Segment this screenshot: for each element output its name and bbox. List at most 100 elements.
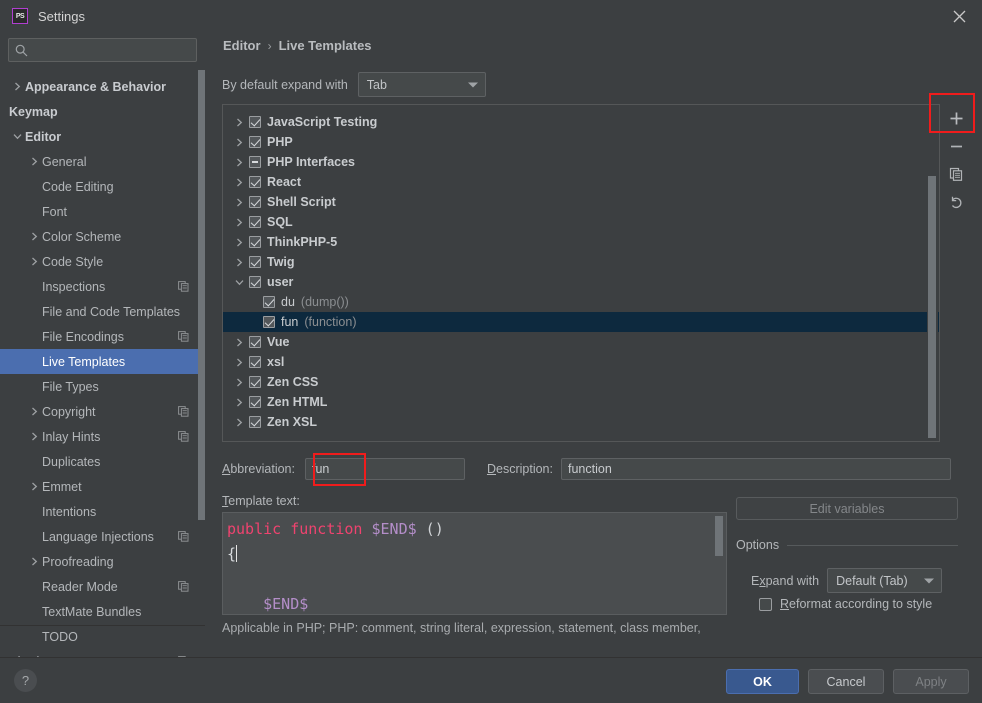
duplicate-template-button[interactable]	[941, 160, 971, 188]
sidebar-item-file-encodings[interactable]: File Encodings	[0, 324, 205, 349]
template-checkbox[interactable]	[249, 116, 261, 128]
sidebar-item-editor[interactable]: Editor	[0, 124, 205, 149]
chevron-right-icon[interactable]	[26, 549, 42, 574]
search-box[interactable]	[8, 38, 197, 62]
remove-template-button[interactable]	[941, 132, 971, 160]
chevron-right-icon[interactable]	[229, 352, 249, 372]
sidebar-item-code-style[interactable]: Code Style	[0, 249, 205, 274]
template-checkbox[interactable]	[249, 236, 261, 248]
template-checkbox[interactable]	[249, 176, 261, 188]
chevron-right-icon[interactable]	[229, 232, 249, 252]
sidebar-item-proofreading[interactable]: Proofreading	[0, 549, 205, 574]
template-checkbox[interactable]	[249, 196, 261, 208]
edit-variables-button[interactable]: Edit variables	[736, 497, 958, 520]
sidebar-item-keymap[interactable]: Keymap	[0, 99, 205, 124]
chevron-right-icon[interactable]	[229, 372, 249, 392]
template-checkbox[interactable]	[249, 396, 261, 408]
chevron-right-icon[interactable]	[26, 474, 42, 499]
template-row[interactable]: user	[223, 272, 939, 292]
sidebar-item-plugins[interactable]: Plugins	[0, 649, 205, 657]
template-row[interactable]: fun(function)	[223, 312, 939, 332]
description-input[interactable]	[561, 458, 951, 480]
template-row[interactable]: ThinkPHP-5	[223, 232, 939, 252]
ok-button[interactable]: OK	[726, 669, 799, 694]
chevron-down-icon[interactable]	[9, 124, 25, 149]
chevron-right-icon[interactable]	[26, 424, 42, 449]
close-icon[interactable]	[936, 0, 982, 32]
default-expand-dropdown[interactable]: Tab	[358, 72, 486, 97]
breadcrumb-parent[interactable]: Editor	[223, 38, 261, 53]
template-checkbox[interactable]	[249, 276, 261, 288]
sidebar-item-code-editing[interactable]: Code Editing	[0, 174, 205, 199]
live-templates-list[interactable]: JavaScript TestingPHPPHP InterfacesReact…	[222, 104, 940, 442]
cancel-button[interactable]: Cancel	[808, 669, 884, 694]
template-row[interactable]: Zen HTML	[223, 392, 939, 412]
sidebar-item-language-injections[interactable]: Language Injections	[0, 524, 205, 549]
sidebar-item-live-templates[interactable]: Live Templates	[0, 349, 205, 374]
sidebar-item-copyright[interactable]: Copyright	[0, 399, 205, 424]
sidebar-item-appearance-behavior[interactable]: Appearance & Behavior	[0, 74, 205, 99]
chevron-right-icon[interactable]	[26, 399, 42, 424]
template-row[interactable]: xsl	[223, 352, 939, 372]
chevron-right-icon[interactable]	[26, 149, 42, 174]
reformat-row[interactable]: Reformat according to style	[759, 597, 932, 611]
template-row[interactable]: du(dump())	[223, 292, 939, 312]
list-scrollbar-thumb[interactable]	[928, 176, 936, 438]
chevron-right-icon[interactable]	[229, 132, 249, 152]
abbreviation-input[interactable]	[305, 458, 465, 480]
help-button[interactable]: ?	[14, 669, 37, 692]
template-checkbox[interactable]	[263, 316, 275, 328]
sidebar-item-color-scheme[interactable]: Color Scheme	[0, 224, 205, 249]
template-row[interactable]: PHP	[223, 132, 939, 152]
chevron-down-icon[interactable]	[229, 272, 249, 292]
sidebar-item-duplicates[interactable]: Duplicates	[0, 449, 205, 474]
template-row[interactable]: JavaScript Testing	[223, 112, 939, 132]
sidebar-item-emmet[interactable]: Emmet	[0, 474, 205, 499]
template-checkbox[interactable]	[263, 296, 275, 308]
template-row[interactable]: Shell Script	[223, 192, 939, 212]
chevron-right-icon[interactable]	[229, 252, 249, 272]
template-checkbox[interactable]	[249, 256, 261, 268]
sidebar-scrollbar[interactable]	[198, 70, 205, 520]
settings-sidebar[interactable]: Appearance & BehaviorKeymapEditorGeneral…	[0, 32, 205, 657]
chevron-right-icon[interactable]	[229, 172, 249, 192]
sidebar-item-inlay-hints[interactable]: Inlay Hints	[0, 424, 205, 449]
chevron-right-icon[interactable]	[9, 74, 25, 99]
sidebar-item-font[interactable]: Font	[0, 199, 205, 224]
template-checkbox[interactable]	[249, 376, 261, 388]
chevron-right-icon[interactable]	[229, 112, 249, 132]
template-text-editor[interactable]: public function $END$ () { $END$	[222, 512, 727, 615]
sidebar-item-inspections[interactable]: Inspections	[0, 274, 205, 299]
sidebar-item-reader-mode[interactable]: Reader Mode	[0, 574, 205, 599]
sidebar-item-todo[interactable]: TODO	[0, 624, 205, 649]
chevron-right-icon[interactable]	[26, 224, 42, 249]
chevron-right-icon[interactable]	[229, 412, 249, 432]
sidebar-item-file-types[interactable]: File Types	[0, 374, 205, 399]
template-row[interactable]: Zen CSS	[223, 372, 939, 392]
code-scrollbar-track[interactable]	[715, 514, 725, 615]
code-scrollbar-thumb[interactable]	[715, 516, 723, 556]
chevron-right-icon[interactable]	[229, 392, 249, 412]
sidebar-item-general[interactable]: General	[0, 149, 205, 174]
list-scrollbar-track[interactable]	[927, 106, 938, 442]
template-row[interactable]: Zen XSL	[223, 412, 939, 432]
template-row[interactable]: PHP Interfaces	[223, 152, 939, 172]
expand-with-dropdown[interactable]: Default (Tab)	[827, 568, 942, 593]
sidebar-item-textmate-bundles[interactable]: TextMate Bundles	[0, 599, 205, 624]
template-checkbox[interactable]	[249, 136, 261, 148]
template-checkbox[interactable]	[249, 336, 261, 348]
template-row[interactable]: Twig	[223, 252, 939, 272]
chevron-right-icon[interactable]	[229, 332, 249, 352]
apply-button[interactable]: Apply	[893, 669, 969, 694]
template-checkbox[interactable]	[249, 356, 261, 368]
reformat-checkbox[interactable]	[759, 598, 772, 611]
template-checkbox[interactable]	[249, 156, 261, 168]
template-row[interactable]: Vue	[223, 332, 939, 352]
sidebar-item-intentions[interactable]: Intentions	[0, 499, 205, 524]
chevron-right-icon[interactable]	[229, 192, 249, 212]
template-checkbox[interactable]	[249, 416, 261, 428]
sidebar-item-file-and-code-templates[interactable]: File and Code Templates	[0, 299, 205, 324]
revert-template-button[interactable]	[941, 188, 971, 216]
template-row[interactable]: React	[223, 172, 939, 192]
chevron-right-icon[interactable]	[229, 152, 249, 172]
